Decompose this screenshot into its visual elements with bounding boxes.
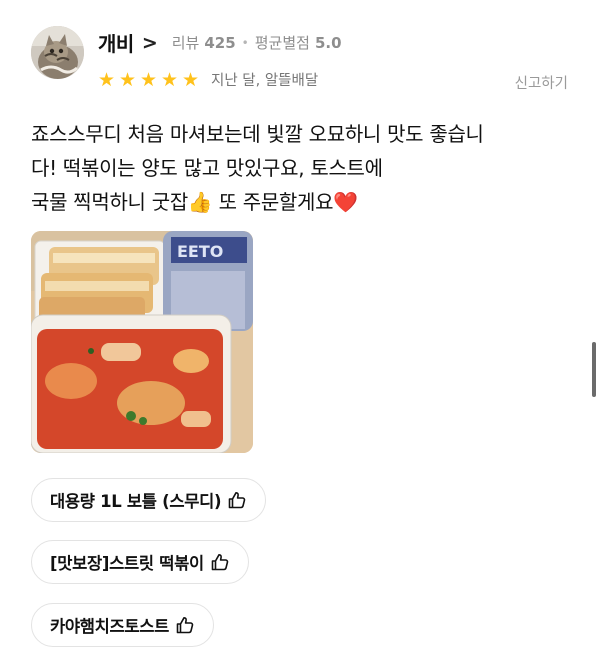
thumbs-up-icon	[175, 615, 195, 635]
reviewer-nickname[interactable]: 개비	[98, 28, 134, 57]
thumbs-up-icon	[210, 552, 230, 572]
star-icon: ★	[182, 68, 200, 91]
thumbs-up-icon	[227, 490, 247, 510]
review-line-1: 죠스스무디 처음 마셔보는데 빛깔 오묘하니 맛도 좋습니	[31, 122, 484, 146]
review-count: 425	[204, 33, 236, 52]
review-text: 죠스스무디 처음 마셔보는데 빛깔 오묘하니 맛도 좋습니 다! 떡볶이는 양도…	[31, 117, 571, 219]
cat-avatar-image	[31, 26, 84, 79]
food-photo-image: EETO	[31, 231, 253, 453]
star-icon: ★	[98, 68, 116, 91]
review-photo[interactable]: EETO	[31, 231, 253, 453]
scrollbar-thumb[interactable]	[592, 342, 596, 397]
review-line-2: 다! 떡볶이는 양도 많고 맛있구요, 토스트에	[31, 156, 383, 180]
reviewer-header: 개비 > 리뷰 425 • 평균별점 5.0	[98, 28, 342, 57]
menu-chip-label: 카야햄치즈토스트	[50, 617, 170, 636]
star-icon: ★	[119, 68, 137, 91]
chevron-right-icon[interactable]: >	[142, 32, 158, 54]
menu-chip-label: 대용량 1L 보틀 (스무디)	[50, 492, 222, 511]
star-icon: ★	[140, 68, 158, 91]
reviewer-avatar[interactable]	[31, 26, 84, 79]
star-icon: ★	[161, 68, 179, 91]
menu-chip-toast[interactable]: 카야햄치즈토스트	[31, 603, 215, 647]
menu-chip-smoothie[interactable]: 대용량 1L 보틀 (스무디)	[31, 478, 267, 522]
report-button[interactable]: 신고하기	[515, 72, 568, 93]
order-meta: 지난 달, 알뜰배달	[211, 73, 319, 89]
review-line-3: 국물 찍먹하니 굿잡👍 또 주문할게요❤️	[31, 190, 358, 214]
svg-text:EETO: EETO	[177, 242, 223, 261]
average-rating-label: 평균별점	[254, 34, 310, 52]
review-count-label: 리뷰	[171, 34, 200, 52]
menu-chip-tteokbokki[interactable]: [맛보장]스트릿 떡볶이	[31, 540, 249, 584]
average-rating: 5.0	[314, 33, 342, 52]
rating-row: ★ ★ ★ ★ ★ 지난 달, 알뜰배달	[98, 69, 318, 90]
menu-chip-label: [맛보장]스트릿 떡볶이	[50, 554, 204, 573]
separator-dot: •	[241, 35, 249, 50]
star-rating: ★ ★ ★ ★ ★	[98, 70, 203, 90]
